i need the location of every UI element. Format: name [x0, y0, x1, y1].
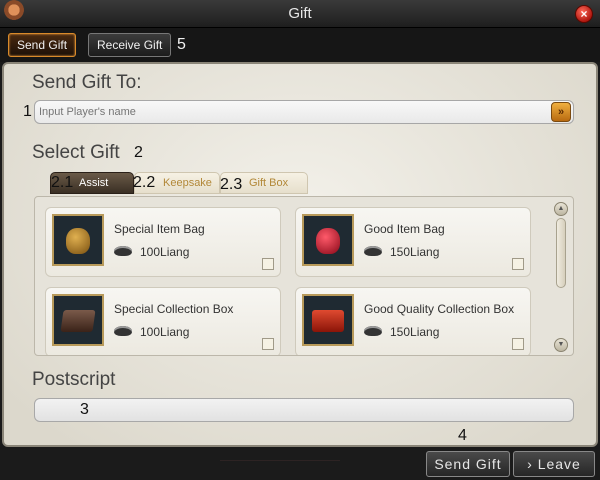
gift-item[interactable]: Good Quality Collection Box 150Liang [295, 287, 531, 355]
close-button[interactable]: × [575, 5, 593, 23]
double-chevron-down-icon: » [557, 106, 565, 118]
brown-box-icon [52, 294, 104, 346]
leave-button[interactable]: › Leave [513, 451, 595, 477]
gift-price: 150Liang [390, 245, 440, 259]
gift-price: 100Liang [140, 245, 190, 259]
gift-price: 150Liang [390, 325, 440, 339]
gift-checkbox[interactable] [262, 338, 274, 350]
postscript-input[interactable] [35, 399, 573, 421]
marker-2: 2 [134, 144, 143, 161]
tab-send-gift[interactable]: Send Gift [8, 33, 77, 57]
chevron-right-icon: › [527, 456, 538, 472]
postscript-heading: Postscript [32, 369, 116, 390]
gift-checkbox[interactable] [262, 258, 274, 270]
gift-name: Good Quality Collection Box [364, 302, 515, 316]
footer-ornament [220, 460, 340, 470]
send-gift-button[interactable]: Send Gift [426, 451, 510, 477]
gift-name: Special Item Bag [114, 222, 205, 236]
gift-list: Special Item Bag 100Liang Good Item Bag … [34, 196, 574, 356]
gift-item[interactable]: Special Collection Box 100Liang [45, 287, 281, 355]
scroll-up-button[interactable]: ▲ [554, 202, 568, 216]
player-name-input[interactable] [35, 101, 535, 123]
silver-ingot-icon [364, 326, 382, 336]
marker-2-3: 2.3 [220, 176, 243, 193]
scroll-thumb[interactable] [556, 218, 566, 288]
marker-1: 1 [23, 103, 32, 120]
select-gift-heading: Select Gift [32, 142, 120, 163]
scroll-down-button[interactable]: ▼ [554, 338, 568, 352]
silver-ingot-icon [114, 326, 132, 336]
window-title: Gift [288, 5, 312, 22]
gift-price: 100Liang [140, 325, 190, 339]
gift-list-scrollbar[interactable]: ▲ ▼ [554, 202, 568, 352]
marker-5: 5 [177, 36, 186, 53]
send-to-heading: Send Gift To: [32, 72, 142, 93]
silver-ingot-icon [364, 246, 382, 256]
triangle-down-icon: ▼ [557, 341, 565, 348]
gift-name: Good Item Bag [364, 222, 445, 236]
triangle-up-icon: ▲ [557, 205, 565, 212]
gift-checkbox[interactable] [512, 258, 524, 270]
top-tab-bar: Send Gift Receive Gift 5 [0, 28, 600, 62]
silver-ingot-icon [114, 246, 132, 256]
leave-label: Leave [537, 456, 581, 472]
marker-2-2: 2.2 [133, 174, 156, 191]
marker-3: 3 [80, 401, 89, 418]
gift-name: Special Collection Box [114, 302, 234, 316]
marker-4: 4 [458, 427, 467, 444]
player-name-field: » [34, 100, 574, 124]
red-box-icon [302, 294, 354, 346]
player-dropdown-button[interactable]: » [551, 102, 571, 122]
gift-item[interactable]: Good Item Bag 150Liang [295, 207, 531, 277]
postscript-field [34, 398, 574, 422]
gift-checkbox[interactable] [512, 338, 524, 350]
marker-2-1: 2.1 [51, 174, 74, 191]
gift-item[interactable]: Special Item Bag 100Liang [45, 207, 281, 277]
brown-pouch-icon [52, 214, 104, 266]
title-bar: Gift × [0, 0, 600, 28]
red-pouch-icon [302, 214, 354, 266]
tab-receive-gift[interactable]: Receive Gift [88, 33, 172, 57]
